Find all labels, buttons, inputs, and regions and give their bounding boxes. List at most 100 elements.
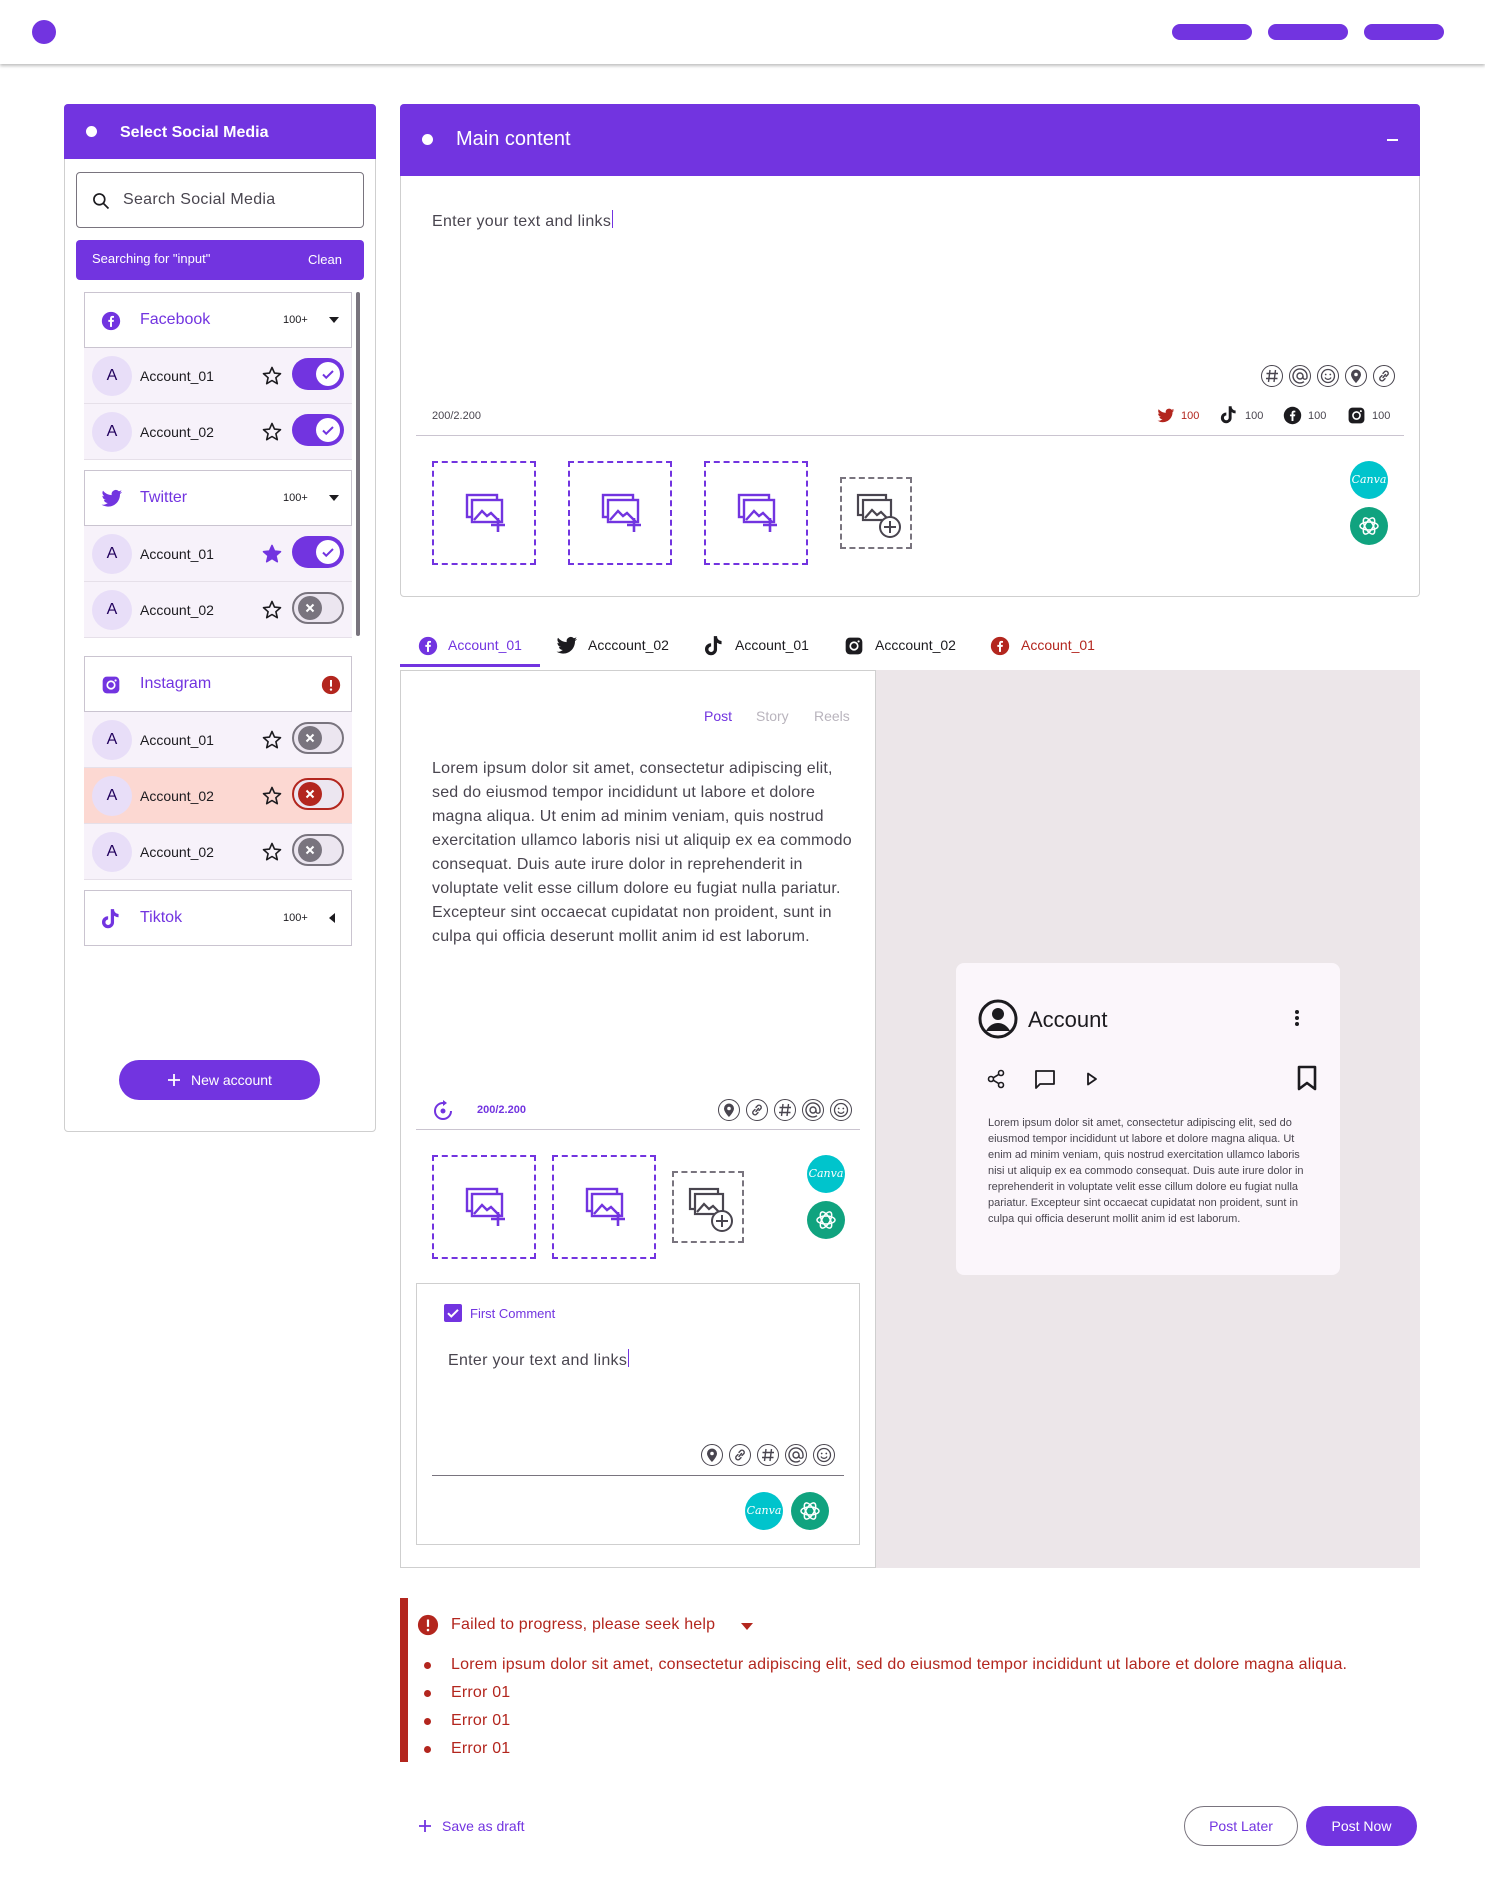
- account-name: Account_02: [140, 424, 214, 440]
- tab-facebook-account-01[interactable]: Account_01: [400, 626, 540, 667]
- chevron-down-icon[interactable]: [329, 495, 339, 501]
- nav-item-3[interactable]: [1364, 24, 1444, 40]
- star-outline-icon[interactable]: [260, 728, 284, 752]
- post-type-story[interactable]: Story: [756, 708, 789, 724]
- media-slot[interactable]: [704, 461, 808, 565]
- media-slot[interactable]: [552, 1155, 656, 1259]
- sidebar-scrollbar[interactable]: [356, 292, 360, 636]
- post-type-reels[interactable]: Reels: [814, 708, 850, 724]
- location-chip[interactable]: [718, 1099, 740, 1121]
- star-outline-icon[interactable]: [260, 784, 284, 808]
- emoji-icon: [816, 1447, 832, 1463]
- account-row[interactable]: A Account_01: [84, 712, 352, 768]
- twitter-icon: [1157, 408, 1175, 423]
- add-image-icon: [465, 1187, 505, 1226]
- star-outline-icon[interactable]: [260, 364, 284, 388]
- hashtag-chip[interactable]: [757, 1444, 779, 1466]
- group-facebook[interactable]: Facebook 100+: [84, 292, 352, 348]
- post-body-text[interactable]: Lorem ipsum dolor sit amet, consectetur …: [432, 757, 852, 949]
- link-chip[interactable]: [729, 1444, 751, 1466]
- canva-button[interactable]: Canva: [745, 1492, 783, 1530]
- canva-button[interactable]: Canva: [1350, 461, 1388, 499]
- hashtag-chip[interactable]: [774, 1099, 796, 1121]
- main-char-count: 200/2.200: [432, 410, 481, 422]
- add-media-button[interactable]: [840, 477, 912, 549]
- play-icon[interactable]: [1086, 1072, 1098, 1086]
- group-count: 100+: [283, 314, 308, 326]
- location-chip[interactable]: [1345, 365, 1367, 387]
- link-icon: [735, 1449, 745, 1461]
- star-filled-icon[interactable]: [260, 542, 284, 566]
- avatar: A: [92, 412, 132, 452]
- emoji-chip[interactable]: [1317, 365, 1339, 387]
- chevron-down-icon[interactable]: [741, 1623, 753, 1630]
- location-chip[interactable]: [701, 1444, 723, 1466]
- mention-chip[interactable]: [1289, 365, 1311, 387]
- nav-item-2[interactable]: [1268, 24, 1348, 40]
- chatgpt-button[interactable]: [807, 1201, 845, 1239]
- account-toggle[interactable]: [292, 778, 344, 810]
- group-twitter[interactable]: Twitter 100+: [84, 470, 352, 526]
- account-toggle[interactable]: [292, 722, 344, 754]
- refresh-icon[interactable]: [432, 1100, 454, 1122]
- account-row[interactable]: A Account_02: [84, 824, 352, 880]
- post-type-post[interactable]: Post: [704, 708, 732, 724]
- tab-tiktok-account-01[interactable]: Account_01: [704, 626, 824, 666]
- emoji-chip[interactable]: [830, 1099, 852, 1121]
- group-instagram[interactable]: Instagram: [84, 656, 352, 712]
- more-vert-icon[interactable]: [1294, 1009, 1300, 1027]
- hashtag-chip[interactable]: [1261, 365, 1283, 387]
- media-slot[interactable]: [432, 1155, 536, 1259]
- main-text-input[interactable]: Enter your text and links: [432, 210, 614, 231]
- tab-twitter-account-02[interactable]: Acccount_02: [556, 626, 686, 666]
- add-media-button[interactable]: [672, 1171, 744, 1243]
- avatar: A: [92, 720, 132, 760]
- media-slot[interactable]: [568, 461, 672, 565]
- account-toggle[interactable]: [292, 592, 344, 624]
- clean-button[interactable]: Clean: [308, 252, 342, 267]
- first-comment-input[interactable]: Enter your text and links: [448, 1349, 630, 1370]
- star-outline-icon[interactable]: [260, 598, 284, 622]
- app-logo[interactable]: [32, 20, 56, 44]
- emoji-chip[interactable]: [813, 1444, 835, 1466]
- collapse-icon[interactable]: [1387, 139, 1398, 141]
- media-slot[interactable]: [432, 461, 536, 565]
- chevron-left-icon[interactable]: [329, 913, 335, 923]
- new-account-button[interactable]: New account: [119, 1060, 320, 1100]
- tab-instagram-account-02[interactable]: Acccount_02: [844, 626, 974, 666]
- group-tiktok[interactable]: Tiktok 100+: [84, 890, 352, 946]
- account-row[interactable]: A Account_01: [84, 526, 352, 582]
- star-outline-icon[interactable]: [260, 420, 284, 444]
- share-icon[interactable]: [986, 1069, 1006, 1089]
- link-chip[interactable]: [1373, 365, 1395, 387]
- account-row[interactable]: A Account_02: [84, 404, 352, 460]
- mention-chip[interactable]: [802, 1099, 824, 1121]
- editor-char-count: 200/2.200: [477, 1104, 526, 1116]
- chatgpt-button[interactable]: [1350, 507, 1388, 545]
- post-now-button[interactable]: Post Now: [1306, 1806, 1417, 1846]
- account-row[interactable]: A Account_02: [84, 582, 352, 638]
- twitter-count: 100: [1181, 410, 1200, 422]
- nav-item-1[interactable]: [1172, 24, 1252, 40]
- chevron-down-icon[interactable]: [329, 317, 339, 323]
- bookmark-icon[interactable]: [1296, 1065, 1318, 1091]
- account-row-error[interactable]: A Account_02: [84, 768, 352, 824]
- comment-icon[interactable]: [1034, 1069, 1056, 1089]
- mention-chip[interactable]: [785, 1444, 807, 1466]
- account-row[interactable]: A Account_01: [84, 348, 352, 404]
- tab-facebook-account-01-error[interactable]: Account_01: [990, 626, 1110, 666]
- at-icon: [1292, 368, 1308, 384]
- account-toggle[interactable]: [292, 536, 344, 568]
- search-input[interactable]: Search Social Media: [76, 172, 364, 228]
- account-toggle[interactable]: [292, 358, 344, 390]
- link-chip[interactable]: [746, 1099, 768, 1121]
- save-draft-button[interactable]: Save as draft: [416, 1812, 556, 1840]
- post-later-button[interactable]: Post Later: [1184, 1806, 1298, 1846]
- checkbox-checked-icon[interactable]: [444, 1304, 462, 1322]
- add-media-icon: [688, 1187, 733, 1232]
- star-outline-icon[interactable]: [260, 840, 284, 864]
- chatgpt-button[interactable]: [791, 1492, 829, 1530]
- account-toggle[interactable]: [292, 834, 344, 866]
- canva-button[interactable]: Canva: [807, 1155, 845, 1193]
- account-toggle[interactable]: [292, 414, 344, 446]
